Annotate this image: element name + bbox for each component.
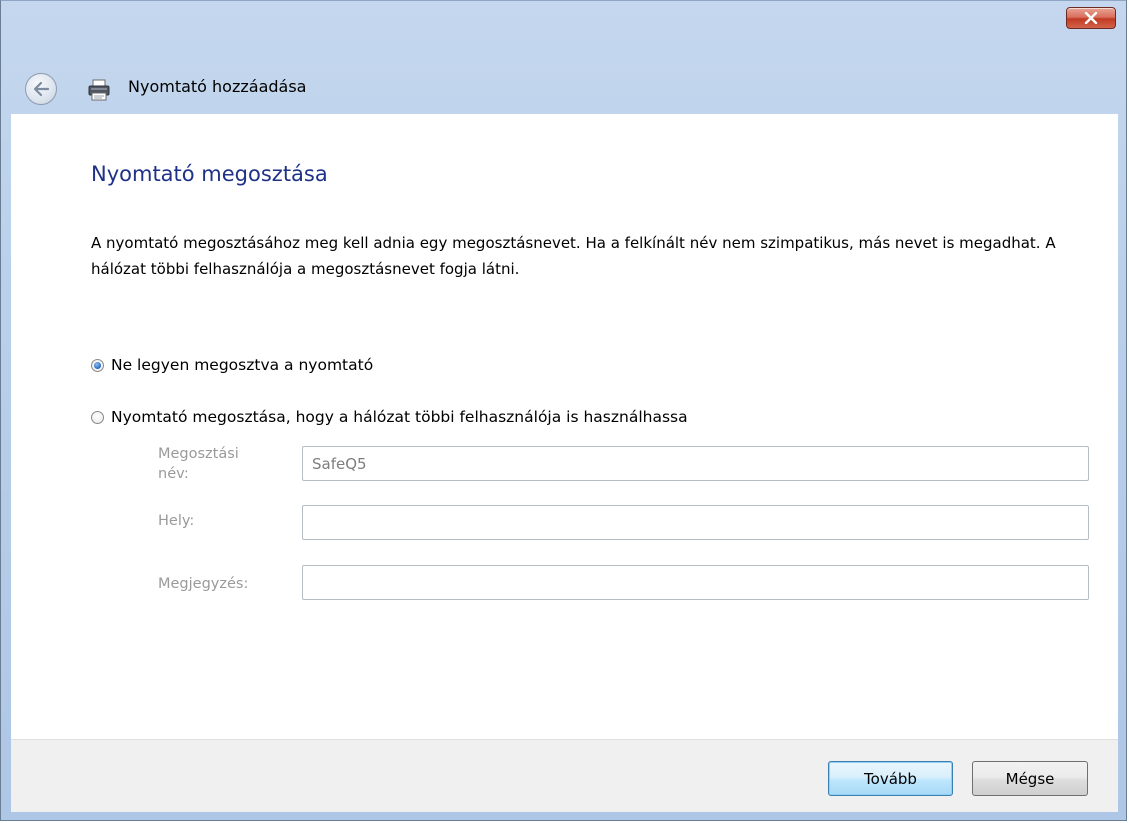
printer-icon (88, 79, 110, 101)
comment-input[interactable] (302, 565, 1089, 600)
next-button[interactable]: Tovább (828, 761, 953, 796)
page-description: A nyomtató megosztásához meg kell adnia … (91, 234, 1056, 278)
cancel-button[interactable]: Mégse (972, 761, 1088, 796)
radio-no-share-button[interactable] (91, 358, 104, 372)
radio-share[interactable]: Nyomtató megosztása, hogy a hálózat több… (91, 408, 688, 426)
radio-no-share[interactable]: Ne legyen megosztva a nyomtató (91, 356, 373, 374)
add-printer-window: Nyomtató hozzáadása Nyomtató megosztása … (0, 0, 1127, 821)
location-input[interactable] (302, 505, 1089, 540)
wizard-content: Nyomtató megosztása A nyomtató megosztás… (11, 114, 1118, 739)
share-name-input[interactable] (302, 446, 1089, 481)
back-arrow-icon (33, 81, 50, 97)
comment-label: Megjegyzés: (158, 576, 249, 592)
title-bar (1, 1, 1126, 53)
close-icon (1084, 12, 1098, 24)
share-name-label: Megosztási név: (158, 446, 239, 482)
back-button[interactable] (25, 73, 57, 105)
location-label: Hely: (158, 513, 195, 529)
page-heading: Nyomtató megosztása (91, 162, 328, 186)
navigation-row: Nyomtató hozzáadása (1, 69, 1126, 109)
close-button[interactable] (1066, 7, 1116, 29)
radio-share-button[interactable] (91, 410, 104, 424)
window-title: Nyomtató hozzáadása (128, 77, 307, 96)
radio-share-label[interactable]: Nyomtató megosztása, hogy a hálózat több… (111, 408, 688, 426)
radio-no-share-label[interactable]: Ne legyen megosztva a nyomtató (111, 356, 373, 374)
wizard-footer: Tovább Mégse (11, 739, 1118, 812)
